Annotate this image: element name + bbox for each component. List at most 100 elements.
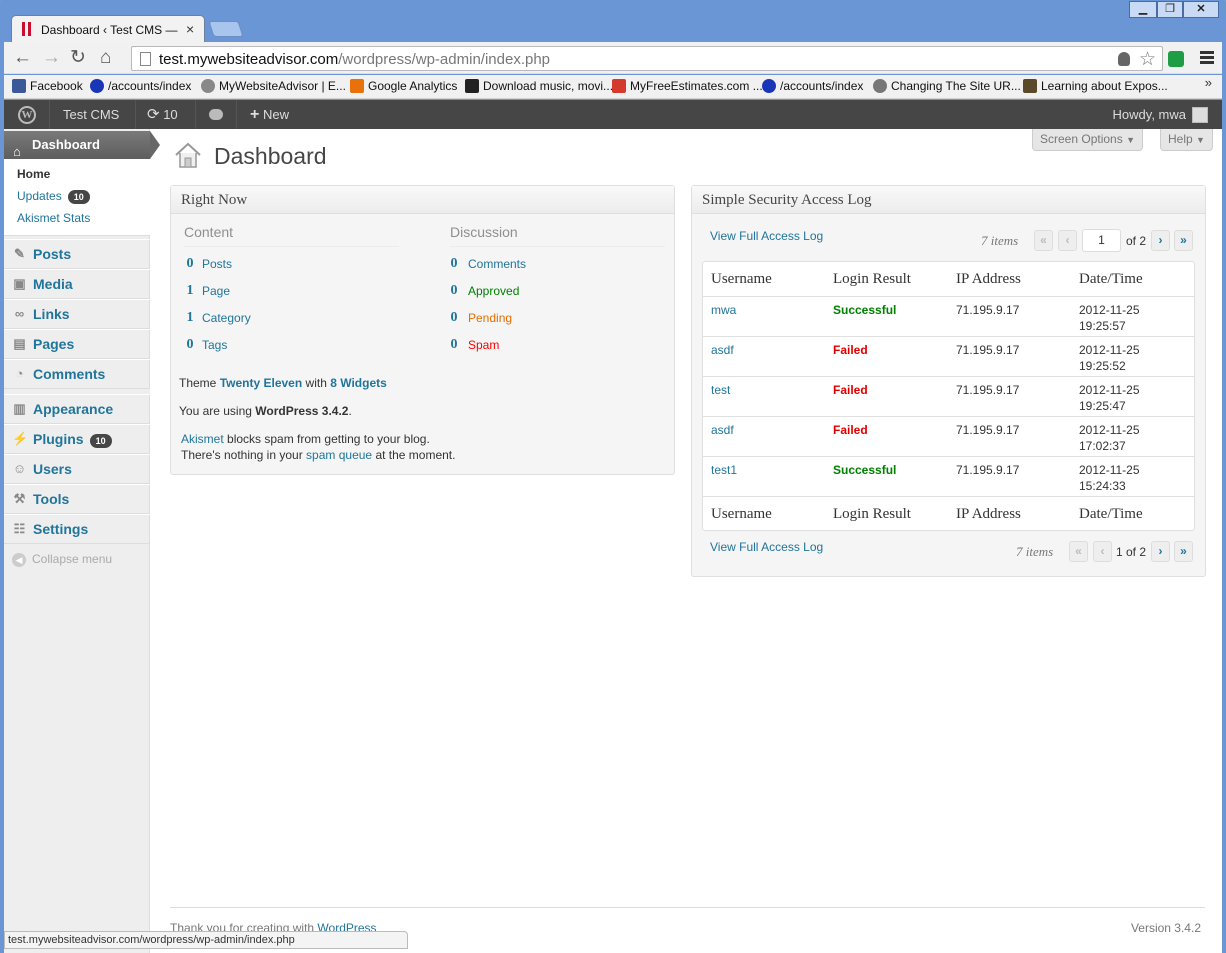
- bookmark-star-icon[interactable]: ☆: [1139, 48, 1156, 71]
- bookmark-item[interactable]: Learning about Expos...: [1023, 79, 1168, 93]
- new-content-link[interactable]: + New: [237, 100, 311, 129]
- column-header[interactable]: IP Address: [956, 271, 1021, 288]
- screen-options-button[interactable]: Screen Options ▼: [1032, 129, 1143, 151]
- theme-link[interactable]: Twenty Eleven: [220, 376, 302, 390]
- prev-page-button-bottom[interactable]: ‹: [1093, 541, 1112, 562]
- home-icon[interactable]: ⌂: [100, 48, 111, 68]
- reload-icon[interactable]: ↻: [70, 48, 86, 68]
- discussion-spam-link[interactable]: Spam: [468, 338, 499, 352]
- site-name-link[interactable]: Test CMS: [50, 100, 136, 129]
- discussion-count[interactable]: 0: [448, 256, 460, 272]
- first-page-button-bottom[interactable]: «: [1069, 541, 1088, 562]
- content-page-link[interactable]: Page: [202, 284, 230, 298]
- column-header[interactable]: Login Result: [833, 271, 911, 288]
- lightbulb-icon[interactable]: [1118, 52, 1130, 66]
- bookmark-item[interactable]: Changing The Site UR...: [873, 79, 1021, 93]
- last-page-button[interactable]: »: [1174, 230, 1193, 251]
- column-header[interactable]: Date/Time: [1079, 271, 1143, 288]
- view-full-log-link-bottom[interactable]: View Full Access Log: [710, 540, 823, 554]
- content-posts-link[interactable]: Posts: [202, 257, 232, 271]
- address-bar[interactable]: test.mywebsiteadvisor.com/wordpress/wp-a…: [131, 46, 1163, 71]
- collapse-menu[interactable]: ◀ Collapse menu: [12, 552, 112, 567]
- username-link[interactable]: mwa: [711, 303, 736, 317]
- howdy-account-menu[interactable]: Howdy, mwa: [1113, 100, 1208, 129]
- bookmark-item[interactable]: /accounts/index: [90, 79, 191, 93]
- prev-page-button[interactable]: ‹: [1058, 230, 1077, 251]
- help-button[interactable]: Help ▼: [1160, 129, 1213, 151]
- sidebar-item-tools[interactable]: ⚒ Tools: [4, 484, 150, 514]
- next-page-button-bottom[interactable]: ›: [1151, 541, 1170, 562]
- bookmark-item[interactable]: /accounts/index: [762, 79, 863, 93]
- bookmarks-overflow-icon[interactable]: »: [1205, 75, 1212, 90]
- sidebar-item-media[interactable]: ▣ Media: [4, 269, 150, 299]
- forward-icon[interactable]: →: [42, 48, 61, 68]
- sidebar-item-appearance[interactable]: ▥ Appearance: [4, 394, 150, 424]
- sidebar-item-pages[interactable]: ▤ Pages: [4, 329, 150, 359]
- content-count[interactable]: 0: [184, 337, 196, 353]
- updates-count: 10: [163, 107, 178, 122]
- content-category-link[interactable]: Category: [202, 311, 251, 325]
- table-row: asdf Failed 71.195.9.17 2012-11-25 19:25:52: [703, 336, 1194, 376]
- right-now-title[interactable]: Right Now: [171, 186, 674, 214]
- column-footer[interactable]: IP Address: [956, 506, 1021, 523]
- discussion-pending-link[interactable]: Pending: [468, 311, 512, 325]
- settings-icon: ☷: [13, 521, 26, 536]
- sidebar-item-links[interactable]: ∞ Links: [4, 299, 150, 329]
- tab-close-icon[interactable]: ×: [186, 21, 194, 37]
- new-label: New: [262, 107, 289, 122]
- sidebar-item-settings[interactable]: ☷ Settings: [4, 514, 150, 544]
- akismet-line: Akismet blocks spam from getting to your…: [181, 432, 430, 446]
- column-footer[interactable]: Username: [711, 506, 772, 523]
- first-page-button[interactable]: «: [1034, 230, 1053, 251]
- submenu-updates[interactable]: Updates 10: [17, 189, 90, 204]
- username-link[interactable]: test1: [711, 463, 737, 477]
- column-header[interactable]: Username: [711, 271, 772, 288]
- extension-icon[interactable]: [1168, 51, 1184, 67]
- content-tags-link[interactable]: Tags: [202, 338, 227, 352]
- sidebar-item-plugins[interactable]: ⚡ Plugins 10: [4, 424, 150, 454]
- username-link[interactable]: asdf: [711, 423, 734, 437]
- discussion-count[interactable]: 0: [448, 283, 460, 299]
- ds-icon: [1023, 79, 1037, 93]
- last-page-button-bottom[interactable]: »: [1174, 541, 1193, 562]
- submenu-home[interactable]: Home: [17, 167, 50, 181]
- maximize-button[interactable]: ❐: [1157, 1, 1183, 18]
- sidebar-item-comments[interactable]: ◔ Comments: [4, 359, 150, 389]
- view-full-log-link-top[interactable]: View Full Access Log: [710, 229, 823, 243]
- updates-link[interactable]: ⟳ 10: [136, 100, 196, 129]
- discussion-count[interactable]: 0: [448, 310, 460, 326]
- content-count[interactable]: 1: [184, 283, 196, 299]
- content-count[interactable]: 0: [184, 256, 196, 272]
- column-footer[interactable]: Date/Time: [1079, 506, 1143, 523]
- browser-tab[interactable]: Dashboard ‹ Test CMS — Wo ×: [11, 15, 205, 43]
- spam-queue-link[interactable]: spam queue: [306, 448, 372, 462]
- akismet-link[interactable]: Akismet: [181, 432, 224, 446]
- content-count[interactable]: 1: [184, 310, 196, 326]
- discussion-count[interactable]: 0: [448, 337, 460, 353]
- widgets-link[interactable]: 8 Widgets: [330, 376, 387, 390]
- username-link[interactable]: asdf: [711, 343, 734, 357]
- bookmark-item[interactable]: Google Analytics: [350, 79, 457, 93]
- next-page-button[interactable]: ›: [1151, 230, 1170, 251]
- security-log-title[interactable]: Simple Security Access Log: [692, 186, 1205, 214]
- bookmark-item[interactable]: Facebook: [12, 79, 83, 93]
- username-link[interactable]: test: [711, 383, 730, 397]
- comments-link[interactable]: [196, 100, 237, 129]
- column-footer[interactable]: Login Result: [833, 506, 911, 523]
- bookmark-item[interactable]: MyWebsiteAdvisor | E...: [201, 79, 346, 93]
- submenu-akismet-stats[interactable]: Akismet Stats: [17, 211, 90, 225]
- close-window-button[interactable]: ✕: [1183, 1, 1219, 18]
- sidebar-item-users[interactable]: ☺ Users: [4, 454, 150, 484]
- discussion-approved-link[interactable]: Approved: [468, 284, 519, 298]
- new-tab-button[interactable]: [208, 21, 244, 37]
- back-icon[interactable]: ←: [13, 48, 32, 68]
- minimize-button[interactable]: ▁: [1129, 1, 1157, 18]
- chrome-menu-icon[interactable]: [1200, 51, 1214, 64]
- sidebar-item-posts[interactable]: ✎ Posts: [4, 239, 150, 269]
- page-number-input[interactable]: 1: [1082, 229, 1121, 252]
- sidebar-item-dashboard[interactable]: ⌂ Dashboard: [4, 131, 160, 159]
- bookmark-item[interactable]: MyFreeEstimates.com ...: [612, 79, 763, 93]
- discussion-comments-link[interactable]: Comments: [468, 257, 526, 271]
- wp-logo-button[interactable]: W: [4, 100, 50, 129]
- bookmark-item[interactable]: Download music, movi...: [465, 79, 613, 93]
